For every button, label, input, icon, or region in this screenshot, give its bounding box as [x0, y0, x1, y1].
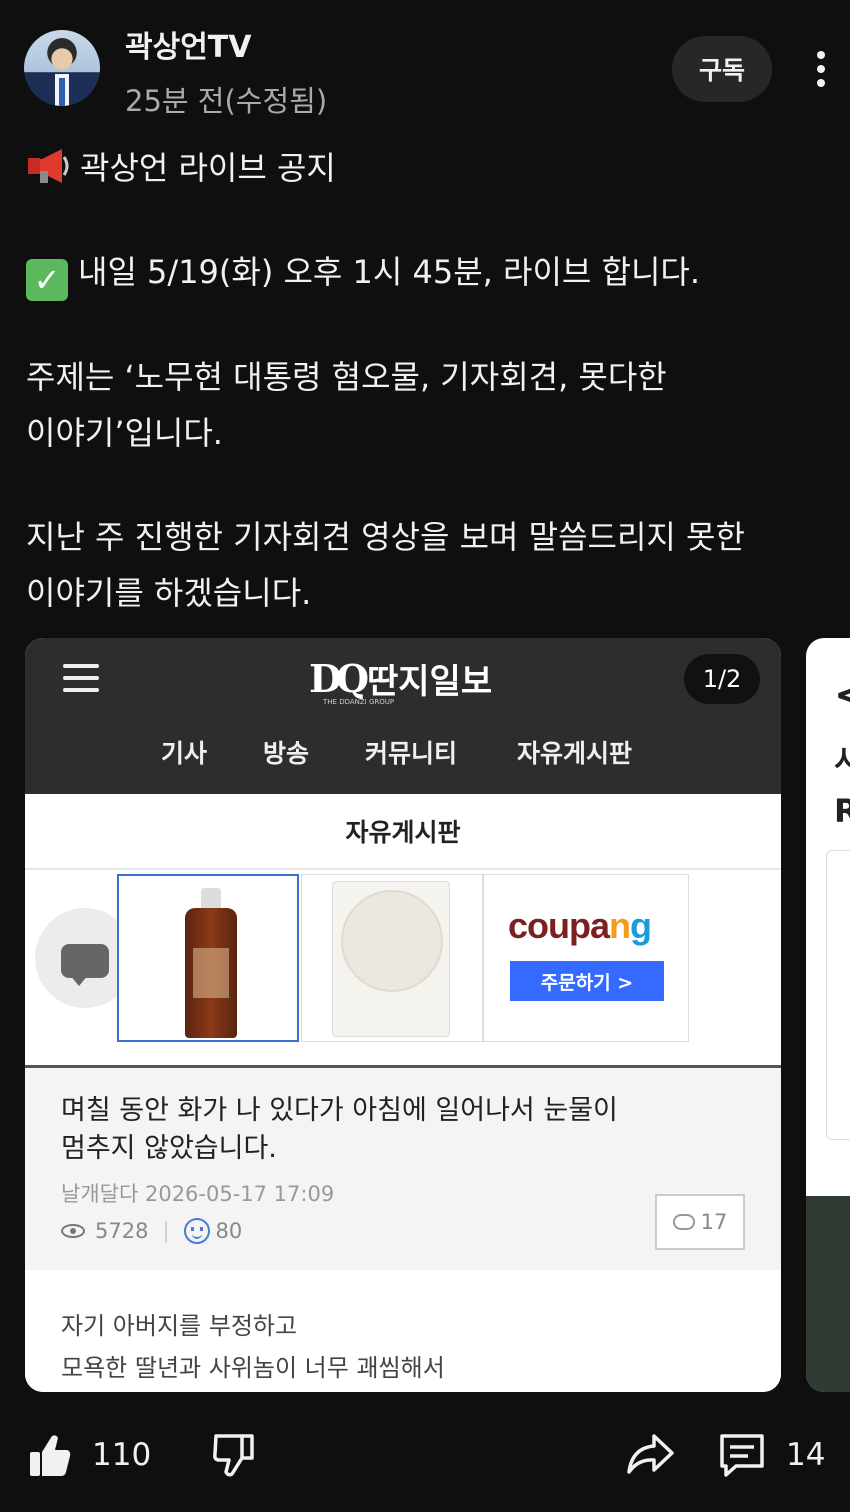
menu-icon: [63, 664, 99, 692]
comments-button[interactable]: 14: [718, 1432, 825, 1478]
site-logo: DQ 딴지일보 THE DDANZI GROUP: [309, 652, 509, 708]
megaphone-icon: [28, 149, 69, 183]
ad-product-purifier: [301, 874, 483, 1042]
post-line-1: 곽상언 라이브 공지: [26, 140, 826, 196]
article-item-2: 자기 아버지를 부정하고 모욕한 딸년과 사위놈이 너무 괘씸해서: [25, 1270, 781, 1392]
logo-name: 딴지일보: [367, 662, 493, 702]
post-heading: 곽상언 라이브 공지: [80, 149, 336, 187]
next-card-box: [826, 850, 850, 1140]
more-options-icon[interactable]: [806, 46, 836, 92]
post-line-3b: 이야기’입니다.: [26, 414, 223, 452]
channel-avatar[interactable]: [24, 30, 100, 106]
post-time: 25분 전(수정됨): [125, 84, 328, 118]
next-carousel-card[interactable]: < 시 R: [806, 638, 850, 1392]
post-text: 곽상언 라이브 공지 ✓ 내일 5/19(화) 오후 1시 45분, 라이브 합니…: [26, 140, 826, 621]
post-line-4a: 지난 주 진행한 기자회견 영상을 보며 말씀드리지 못한: [26, 518, 745, 556]
next-card-text-2: R: [834, 792, 850, 830]
coupang-order-button: 주문하기 >: [510, 961, 664, 1001]
avatar-tie: [59, 78, 65, 106]
next-card-dark-area: [806, 1196, 850, 1392]
nav-item-articles: 기사: [161, 739, 208, 768]
board-title: 자유게시판: [25, 794, 781, 870]
thumbs-down-icon: [213, 1434, 254, 1477]
article-title: 며칠 동안 화가 나 있다가 아침에 일어나서 눈물이 멈추지 않았습니다.: [61, 1095, 618, 1164]
nav-item-free-board: 자유게시판: [517, 739, 633, 768]
post-header: 곽상언TV 25분 전(수정됨) 구독: [0, 0, 850, 130]
share-button[interactable]: [626, 1432, 674, 1476]
subscribe-button[interactable]: 구독: [672, 36, 772, 102]
article-stats: 5728 | 80: [61, 1218, 242, 1244]
post-schedule: 내일 5/19(화) 오후 1시 45분, 라이브 합니다.: [78, 253, 701, 291]
back-chevron-icon: <: [834, 672, 850, 718]
like-smile-icon: [183, 1218, 210, 1244]
site-nav: 기사 방송 커뮤니티 자유게시판: [25, 734, 781, 784]
ad-product-serum: [117, 874, 299, 1042]
thumbs-up-icon: [30, 1435, 71, 1476]
comment-icon: [720, 1434, 764, 1477]
article-likes: 80: [215, 1219, 243, 1243]
article2-line1: 자기 아버지를 부정하고: [61, 1312, 298, 1340]
views-icon: [61, 1224, 85, 1238]
article-meta: 날개달다 2026-05-17 17:09: [61, 1178, 334, 1208]
action-bar: 110 14: [0, 1410, 850, 1510]
coupang-logo: coupang: [508, 905, 652, 946]
site-header: DQ 딴지일보 THE DDANZI GROUP 1/2 기사 방송 커뮤니티 …: [25, 638, 781, 794]
channel-name[interactable]: 곽상언TV: [125, 22, 251, 66]
post-line-2: ✓ 내일 5/19(화) 오후 1시 45분, 라이브 합니다.: [26, 244, 826, 301]
checkmark-icon: ✓: [26, 259, 68, 301]
nav-item-community: 커뮤니티: [365, 739, 458, 768]
article2-line2: 모욕한 딸년과 사위놈이 너무 괘씸해서: [61, 1354, 445, 1382]
logo-sub: THE DDANZI GROUP: [323, 698, 395, 706]
image-carousel-card[interactable]: DQ 딴지일보 THE DDANZI GROUP 1/2 기사 방송 커뮤니티 …: [25, 638, 781, 1392]
article-comment-count: 17: [655, 1194, 745, 1250]
article-comments: 17: [700, 1210, 728, 1234]
like-count: 110: [92, 1437, 152, 1473]
comment-bubble-icon: [672, 1214, 695, 1230]
ad-banner: coupang 주문하기 >: [25, 872, 781, 1068]
dislike-button[interactable]: [212, 1432, 256, 1478]
article-date: 2026-05-17 17:09: [144, 1182, 335, 1206]
article-item: 며칠 동안 화가 나 있다가 아침에 일어나서 눈물이 멈추지 않았습니다. 날…: [25, 1068, 781, 1270]
nav-item-broadcast: 방송: [263, 739, 310, 768]
air-purifier-image: [332, 881, 450, 1037]
page-counter: 1/2: [684, 654, 760, 704]
comment-count: 14: [786, 1437, 826, 1473]
logo-mark: DQ: [309, 656, 369, 701]
share-icon: [627, 1434, 674, 1474]
next-card-text-1: 시: [834, 744, 850, 779]
article-views: 5728: [95, 1219, 149, 1243]
ad-coupang: coupang 주문하기 >: [483, 874, 689, 1042]
article-author: 날개달다: [61, 1182, 139, 1206]
post-line-3a: 주제는 ‘노무현 대통령 혐오물, 기자회견, 못다한: [26, 358, 667, 396]
post-line-4b: 이야기를 하겠습니다.: [26, 574, 312, 612]
like-button[interactable]: 110: [28, 1432, 151, 1478]
serum-bottle-image: [185, 888, 237, 1038]
